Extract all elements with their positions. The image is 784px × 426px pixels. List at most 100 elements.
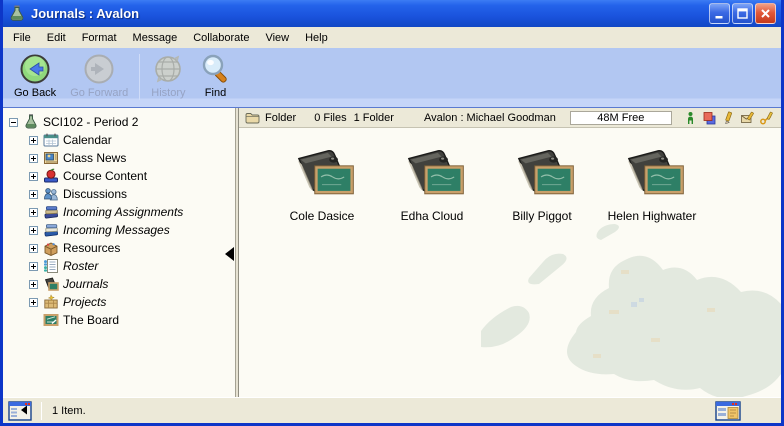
tree-item-roster[interactable]: Roster bbox=[29, 257, 235, 275]
tree-root-course[interactable]: SCI102 - Period 2 bbox=[9, 113, 235, 131]
signature-key-icon[interactable] bbox=[760, 111, 773, 125]
expand-toggle-icon[interactable] bbox=[29, 190, 38, 199]
expand-toggle-icon[interactable] bbox=[29, 244, 38, 253]
folder-icon bbox=[245, 112, 260, 124]
tree-item-the-board[interactable]: The Board bbox=[29, 311, 235, 329]
menu-help[interactable]: Help bbox=[297, 29, 336, 47]
tree-item-label: The Board bbox=[63, 313, 119, 327]
menu-collaborate[interactable]: Collaborate bbox=[185, 29, 257, 47]
tree-item-label: Discussions bbox=[63, 187, 127, 201]
go-back-icon bbox=[19, 53, 51, 85]
minimize-button[interactable] bbox=[709, 3, 730, 24]
journal-item-label: Cole Dasice bbox=[290, 209, 355, 223]
expand-toggle-icon[interactable] bbox=[29, 154, 38, 163]
menu-bar: File Edit Format Message Collaborate Vie… bbox=[3, 27, 781, 48]
journal-icon bbox=[399, 148, 465, 202]
tree-item-projects[interactable]: Projects bbox=[29, 293, 235, 311]
status-bar: 1 Item. bbox=[3, 397, 781, 423]
member-icon[interactable] bbox=[684, 111, 697, 125]
collapse-toggle-icon[interactable] bbox=[9, 118, 18, 127]
tree-item-incoming-assignments[interactable]: Incoming Assignments bbox=[29, 203, 235, 221]
toolbar-separator bbox=[139, 54, 140, 100]
journal-item-billy-piggot[interactable]: Billy Piggot bbox=[487, 148, 597, 223]
journal-item-helen-highwater[interactable]: Helen Highwater bbox=[597, 148, 707, 223]
history-button: History bbox=[144, 51, 192, 101]
go-back-button[interactable]: Go Back bbox=[7, 51, 63, 101]
tree-item-incoming-messages[interactable]: Incoming Messages bbox=[29, 221, 235, 239]
minimize-icon bbox=[713, 7, 726, 20]
flask-icon bbox=[23, 114, 39, 130]
tree-item-label: Incoming Assignments bbox=[63, 205, 183, 219]
tree-item-course-content[interactable]: Course Content bbox=[29, 167, 235, 185]
tree-item-discussions[interactable]: Discussions bbox=[29, 185, 235, 203]
history-globe-icon bbox=[152, 53, 184, 85]
expand-toggle-icon[interactable] bbox=[29, 172, 38, 181]
expand-toggle-icon[interactable] bbox=[29, 280, 38, 289]
menu-edit[interactable]: Edit bbox=[39, 29, 74, 47]
tree-item-label: Journals bbox=[63, 277, 108, 291]
flask-app-icon bbox=[8, 5, 26, 23]
find-button[interactable]: Find bbox=[193, 51, 239, 101]
folders-count: 1 Folder bbox=[354, 112, 394, 124]
expand-toggle-icon[interactable] bbox=[29, 136, 38, 145]
app-window: Journals : Avalon File Edit Format Messa… bbox=[0, 0, 784, 426]
menu-message[interactable]: Message bbox=[125, 29, 186, 47]
close-button[interactable] bbox=[755, 3, 776, 24]
journal-item-label: Edha Cloud bbox=[401, 209, 464, 223]
tree-item-calendar[interactable]: Calendar bbox=[29, 131, 235, 149]
messages-icon bbox=[43, 222, 59, 238]
go-forward-button: Go Forward bbox=[63, 51, 135, 101]
go-back-label: Go Back bbox=[14, 87, 56, 99]
location-owner: Avalon : Michael Goodman bbox=[424, 112, 556, 124]
journal-item-cole-dasice[interactable]: Cole Dasice bbox=[267, 148, 377, 223]
close-icon bbox=[759, 7, 772, 20]
layers-icon[interactable] bbox=[703, 111, 716, 125]
calendar-icon bbox=[43, 132, 59, 148]
window-title: Journals : Avalon bbox=[31, 6, 707, 21]
expand-toggle-icon[interactable] bbox=[29, 298, 38, 307]
collapse-panel-arrow-icon[interactable] bbox=[225, 247, 234, 261]
compose-message-icon[interactable] bbox=[741, 111, 754, 125]
statusbar-separator bbox=[41, 402, 42, 420]
title-bar[interactable]: Journals : Avalon bbox=[3, 0, 781, 27]
find-icon bbox=[200, 53, 232, 85]
class-news-icon bbox=[43, 150, 59, 166]
infobar-action-icons bbox=[684, 111, 773, 125]
tree-item-label: Incoming Messages bbox=[63, 223, 170, 237]
tree-item-journals[interactable]: Journals bbox=[29, 275, 235, 293]
menu-view[interactable]: View bbox=[257, 29, 297, 47]
tree-root-label: SCI102 - Period 2 bbox=[43, 115, 138, 129]
edit-icon[interactable] bbox=[722, 111, 735, 125]
board-icon bbox=[43, 312, 59, 328]
tree-item-resources[interactable]: Resources bbox=[29, 239, 235, 257]
maximize-icon bbox=[736, 7, 749, 20]
go-forward-label: Go Forward bbox=[70, 87, 128, 99]
toggle-left-panel-icon[interactable] bbox=[8, 401, 32, 421]
expand-toggle-icon[interactable] bbox=[29, 208, 38, 217]
discussions-icon bbox=[43, 186, 59, 202]
course-tree-panel: SCI102 - Period 2 Calendar bbox=[3, 108, 235, 397]
folder-view-panel: Folder 0 Files 1 Folder Avalon : Michael… bbox=[239, 108, 781, 397]
tree-item-class-news[interactable]: Class News bbox=[29, 149, 235, 167]
folder-label: Folder bbox=[265, 112, 296, 124]
toggle-right-panel-icon[interactable] bbox=[715, 401, 741, 421]
tree-item-label: Resources bbox=[63, 241, 120, 255]
projects-icon bbox=[43, 294, 59, 310]
go-forward-icon bbox=[83, 53, 115, 85]
tree-item-label: Calendar bbox=[63, 133, 112, 147]
journal-icon bbox=[619, 148, 685, 202]
toolbar: Go Back Go Forward History bbox=[3, 48, 781, 108]
roster-icon bbox=[43, 258, 59, 274]
journal-item-label: Helen Highwater bbox=[608, 209, 697, 223]
expand-toggle-icon[interactable] bbox=[29, 226, 38, 235]
journal-item-label: Billy Piggot bbox=[512, 209, 571, 223]
content-area: SCI102 - Period 2 Calendar bbox=[3, 108, 781, 397]
free-space-text: 48M Free bbox=[597, 112, 644, 124]
journal-item-edha-cloud[interactable]: Edha Cloud bbox=[377, 148, 487, 223]
menu-format[interactable]: Format bbox=[74, 29, 125, 47]
expand-toggle-icon[interactable] bbox=[29, 262, 38, 271]
menu-file[interactable]: File bbox=[5, 29, 39, 47]
journal-icon bbox=[289, 148, 355, 202]
tree-item-label: Course Content bbox=[63, 169, 147, 183]
maximize-button[interactable] bbox=[732, 3, 753, 24]
